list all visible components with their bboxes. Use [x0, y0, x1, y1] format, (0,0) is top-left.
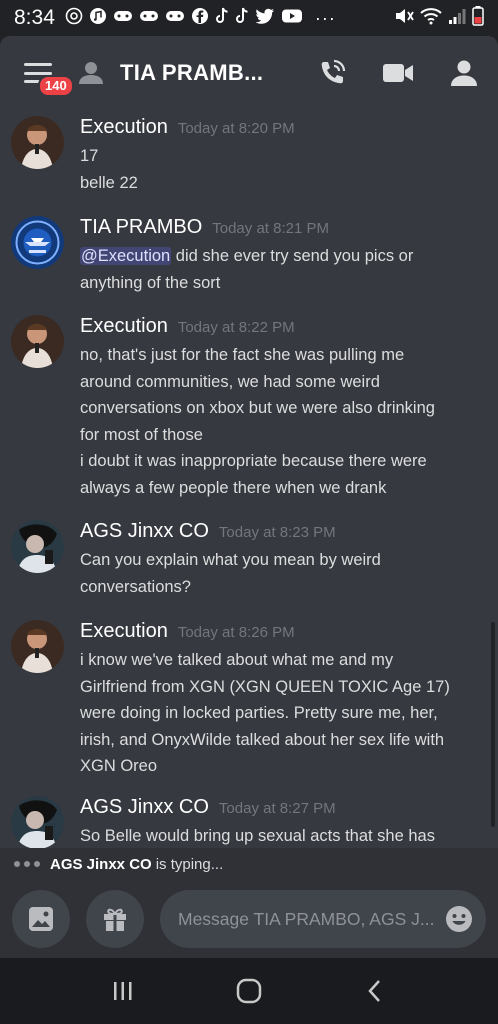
gift-button[interactable] — [86, 890, 144, 948]
message: Execution Today at 8:26 PM i know we've t… — [0, 614, 490, 784]
message-timestamp: Today at 8:20 PM — [177, 120, 295, 137]
message: Execution Today at 8:20 PM 17 belle 22 — [0, 110, 490, 208]
status-time: 8:34 — [14, 6, 55, 29]
message-author[interactable]: Execution — [80, 116, 168, 139]
twitter-icon — [255, 8, 275, 28]
group-dm-icon — [76, 60, 106, 86]
status-bar: 8:34 ··· — [0, 0, 498, 36]
attach-image-button[interactable] — [12, 890, 70, 948]
message-content: So Belle would bring up sexual acts that… — [80, 827, 435, 845]
typing-indicator: AGS Jinxx CO is typing... — [0, 848, 498, 880]
scrollbar[interactable] — [491, 622, 495, 827]
channel-title[interactable]: TIA PRAMB... — [120, 60, 316, 86]
video-call-button[interactable] — [382, 57, 414, 89]
message: Execution Today at 8:22 PM no, that's jus… — [0, 310, 490, 510]
home-icon — [236, 978, 262, 1004]
image-icon — [29, 907, 53, 931]
message-author[interactable]: Execution — [80, 620, 168, 643]
message-timestamp: Today at 8:21 PM — [212, 220, 329, 237]
menu-button[interactable]: 140 — [24, 61, 74, 97]
back-icon — [368, 980, 380, 1002]
message-input[interactable]: Message TIA PRAMBO, AGS J... — [160, 890, 486, 948]
message-timestamp: Today at 8:23 PM — [218, 524, 336, 541]
tiktok-icon — [215, 7, 229, 29]
typing-user: AGS Jinxx CO — [50, 855, 152, 873]
voice-call-button[interactable] — [316, 57, 348, 89]
message-content: 17 belle 22 — [80, 147, 138, 192]
more-icon: ··· — [314, 7, 336, 28]
message-timestamp: Today at 8:22 PM — [177, 319, 295, 336]
gamepad-icon — [165, 8, 185, 28]
gamepad-icon — [113, 8, 133, 28]
notification-icons: ··· — [65, 7, 336, 29]
wifi-icon — [420, 7, 442, 29]
message-content: Can you explain what you mean by weird c… — [80, 551, 381, 596]
avatar[interactable] — [11, 315, 64, 368]
message-composer: Message TIA PRAMBO, AGS J... — [0, 880, 498, 958]
gift-icon — [104, 908, 126, 931]
typing-dots-icon — [14, 861, 40, 867]
message-content: no, that's just for the fact she was pul… — [80, 346, 435, 497]
home-button[interactable] — [229, 971, 269, 1011]
message-author[interactable]: Execution — [80, 315, 168, 338]
android-nav-bar — [0, 958, 498, 1024]
facebook-icon — [191, 7, 209, 29]
message-list[interactable]: Execution Today at 8:20 PM 17 belle 22 TI… — [0, 110, 498, 848]
at-icon — [65, 7, 83, 29]
avatar[interactable] — [11, 216, 64, 269]
message-timestamp: Today at 8:27 PM — [218, 800, 336, 817]
message: AGS Jinxx CO Today at 8:27 PM So Belle wo… — [0, 790, 490, 848]
unread-badge: 140 — [38, 75, 74, 97]
message-author[interactable]: AGS Jinxx CO — [80, 796, 209, 819]
video-camera-icon — [383, 64, 413, 82]
header-actions — [316, 57, 480, 89]
mute-icon — [394, 7, 414, 29]
typing-suffix: is typing... — [155, 855, 224, 873]
members-icon — [451, 60, 477, 86]
message-content: @Execution did she ever try send you pic… — [80, 247, 414, 292]
message: AGS Jinxx CO Today at 8:23 PM Can you exp… — [0, 512, 490, 610]
recent-apps-button[interactable] — [103, 971, 143, 1011]
member-list-button[interactable] — [448, 57, 480, 89]
signal-icon — [448, 7, 466, 29]
channel-header: 140 TIA PRAMB... — [0, 36, 498, 110]
avatar[interactable] — [11, 116, 64, 169]
message-timestamp: Today at 8:26 PM — [177, 624, 295, 641]
message-author[interactable]: AGS Jinxx CO — [80, 520, 209, 543]
phone-call-icon — [321, 59, 346, 84]
message: TIA PRAMBO Today at 8:21 PM @Execution di… — [0, 210, 490, 308]
emoji-icon — [446, 906, 472, 932]
system-status-icons — [394, 6, 484, 30]
message-content: i know we've talked about what me and my… — [80, 651, 450, 775]
music-icon — [89, 7, 107, 29]
tiktok-icon — [235, 7, 249, 29]
user-mention[interactable]: @Execution — [80, 247, 172, 265]
emoji-button[interactable] — [444, 904, 474, 934]
recent-apps-icon — [114, 982, 132, 1000]
avatar[interactable] — [11, 620, 64, 673]
youtube-icon — [281, 8, 303, 28]
message-author[interactable]: TIA PRAMBO — [80, 216, 202, 239]
avatar[interactable] — [11, 520, 64, 573]
battery-icon — [472, 6, 484, 30]
gamepad-icon — [139, 8, 159, 28]
avatar[interactable] — [11, 796, 64, 848]
back-button[interactable] — [355, 971, 395, 1011]
message-input-placeholder[interactable]: Message TIA PRAMBO, AGS J... — [178, 909, 444, 930]
